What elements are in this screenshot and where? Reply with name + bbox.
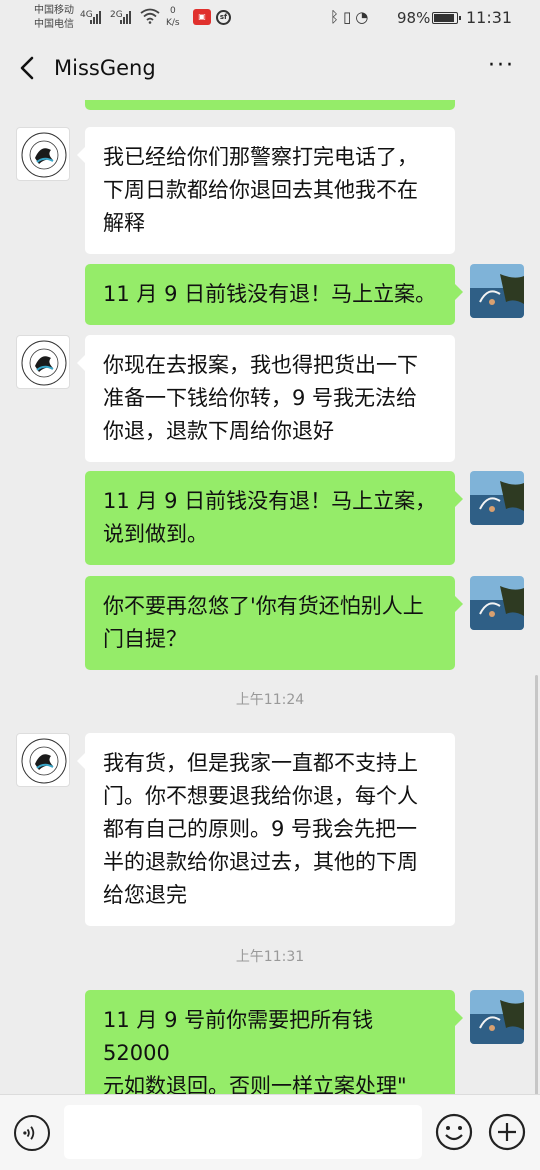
landscape-avatar-icon <box>470 471 524 525</box>
chat-header: MissGeng ··· <box>0 36 540 100</box>
message-line: 都有自己的原则。9 号我会先把一 <box>103 817 418 841</box>
message-line: 下周日款都给你退回去其他我不在 <box>103 178 418 202</box>
message-bubble-outgoing[interactable]: 11 月 9 日前钱没有退！马上立案， 说到做到。 <box>85 471 463 565</box>
message-bubble-incoming[interactable]: 我已经给你们那警察打完电话了， 下周日款都给你退回去其他我不在 解释 <box>77 127 455 254</box>
contact-avatar[interactable] <box>16 733 70 787</box>
message-line: 11 月 9 号前你需要把所有钱 52000 <box>103 1008 374 1065</box>
status-bar: 中国移动 中国电信 4G 2G 0 K/s ▣ sf ᛒ▯◔ 98% 11:31 <box>0 0 540 36</box>
message-line: 你不要再忽悠了'你有货还怕别人上 <box>103 594 424 618</box>
signal-1-icon <box>90 10 101 24</box>
bluetooth-icon: ᛒ <box>330 8 344 26</box>
message-line: 半的退款给你退过去，其他的下周 <box>103 850 418 874</box>
app-notification-icon: ▣ <box>193 9 211 25</box>
speed-value: 0 <box>169 6 176 16</box>
vibrate-icon: ▯ <box>343 8 356 26</box>
carrier-2: 中国电信 <box>34 19 74 30</box>
my-avatar[interactable] <box>470 471 524 525</box>
message-line: 11 月 9 日前钱没有退！马上立案。 <box>103 282 437 306</box>
message-bubble-incoming[interactable]: 你现在去报案，我也得把货出一下 准备一下钱给你转，9 号我无法给 你退，退款下周… <box>77 335 455 462</box>
more-options-icon[interactable]: ··· <box>488 55 516 80</box>
back-arrow-icon[interactable] <box>14 54 42 82</box>
message-line: 解释 <box>103 211 145 235</box>
message-line: 元如数退回。否则一样立案处理" <box>103 1074 407 1094</box>
status-time: 11:31 <box>466 8 513 27</box>
contact-logo-icon <box>21 340 67 386</box>
carrier-1: 中国移动 <box>34 5 74 16</box>
chat-title: MissGeng <box>54 56 156 80</box>
my-avatar[interactable] <box>470 264 524 318</box>
message-line: 给您退完 <box>103 883 187 907</box>
message-bubble-outgoing[interactable]: 11 月 9 日前钱没有退！马上立案。 <box>85 264 463 325</box>
sf-express-icon: sf <box>216 10 231 25</box>
contact-avatar[interactable] <box>16 335 70 389</box>
contact-avatar[interactable] <box>16 127 70 181</box>
message-line: 准备一下钱给你转，9 号我无法给 <box>103 386 418 410</box>
message-bubble-incoming[interactable]: 我有货，但是我家一直都不支持上 门。你不想要退我给你退，每个人 都有自己的原则。… <box>77 733 455 926</box>
message-list[interactable]: 我已经给你们那警察打完电话了， 下周日款都给你退回去其他我不在 解释 11 月 … <box>0 100 540 1094</box>
message-line: 11 月 9 日前钱没有退！马上立案， <box>103 489 437 513</box>
alarm-icon: ◔ <box>355 8 373 26</box>
voice-input-icon[interactable] <box>14 1115 50 1151</box>
contact-logo-icon <box>21 738 67 784</box>
speed-unit: K/s <box>166 18 180 28</box>
carrier-info: 中国移动 中国电信 <box>34 4 74 32</box>
chat-scrollbar[interactable] <box>535 675 538 1094</box>
network-speed: 0 K/s <box>166 5 180 29</box>
chat-timestamp: 上午11:24 <box>235 692 305 708</box>
previous-message-bubble[interactable] <box>85 100 455 110</box>
chat-timestamp: 上午11:31 <box>235 949 305 965</box>
message-line: 你现在去报案，我也得把货出一下 <box>103 353 418 377</box>
my-avatar[interactable] <box>470 990 524 1044</box>
message-bubble-outgoing[interactable]: 11 月 9 号前你需要把所有钱 52000 元如数退回。否则一样立案处理" <box>85 990 463 1094</box>
input-bar <box>0 1094 540 1170</box>
message-line: 说到做到。 <box>103 522 208 546</box>
landscape-avatar-icon <box>470 576 524 630</box>
message-line: 我已经给你们那警察打完电话了， <box>103 145 418 169</box>
message-line: 你退，退款下周给你退好 <box>103 419 334 443</box>
landscape-avatar-icon <box>470 990 524 1044</box>
signal-2-icon <box>120 10 131 24</box>
emoji-icon[interactable] <box>435 1113 473 1151</box>
message-line: 门自提？ <box>103 627 187 651</box>
message-line: 门。你不想要退我给你退，每个人 <box>103 784 418 808</box>
battery-icon <box>432 12 461 24</box>
my-avatar[interactable] <box>470 576 524 630</box>
message-line: 我有货，但是我家一直都不支持上 <box>103 751 418 775</box>
message-input[interactable] <box>64 1105 422 1159</box>
wifi-icon <box>140 8 160 24</box>
battery-percent: 98% <box>397 9 431 27</box>
add-attachment-icon[interactable] <box>488 1113 526 1151</box>
landscape-avatar-icon <box>470 264 524 318</box>
message-bubble-outgoing[interactable]: 你不要再忽悠了'你有货还怕别人上 门自提？ <box>85 576 463 670</box>
contact-logo-icon <box>21 132 67 178</box>
system-icons: ᛒ▯◔ <box>330 8 372 26</box>
